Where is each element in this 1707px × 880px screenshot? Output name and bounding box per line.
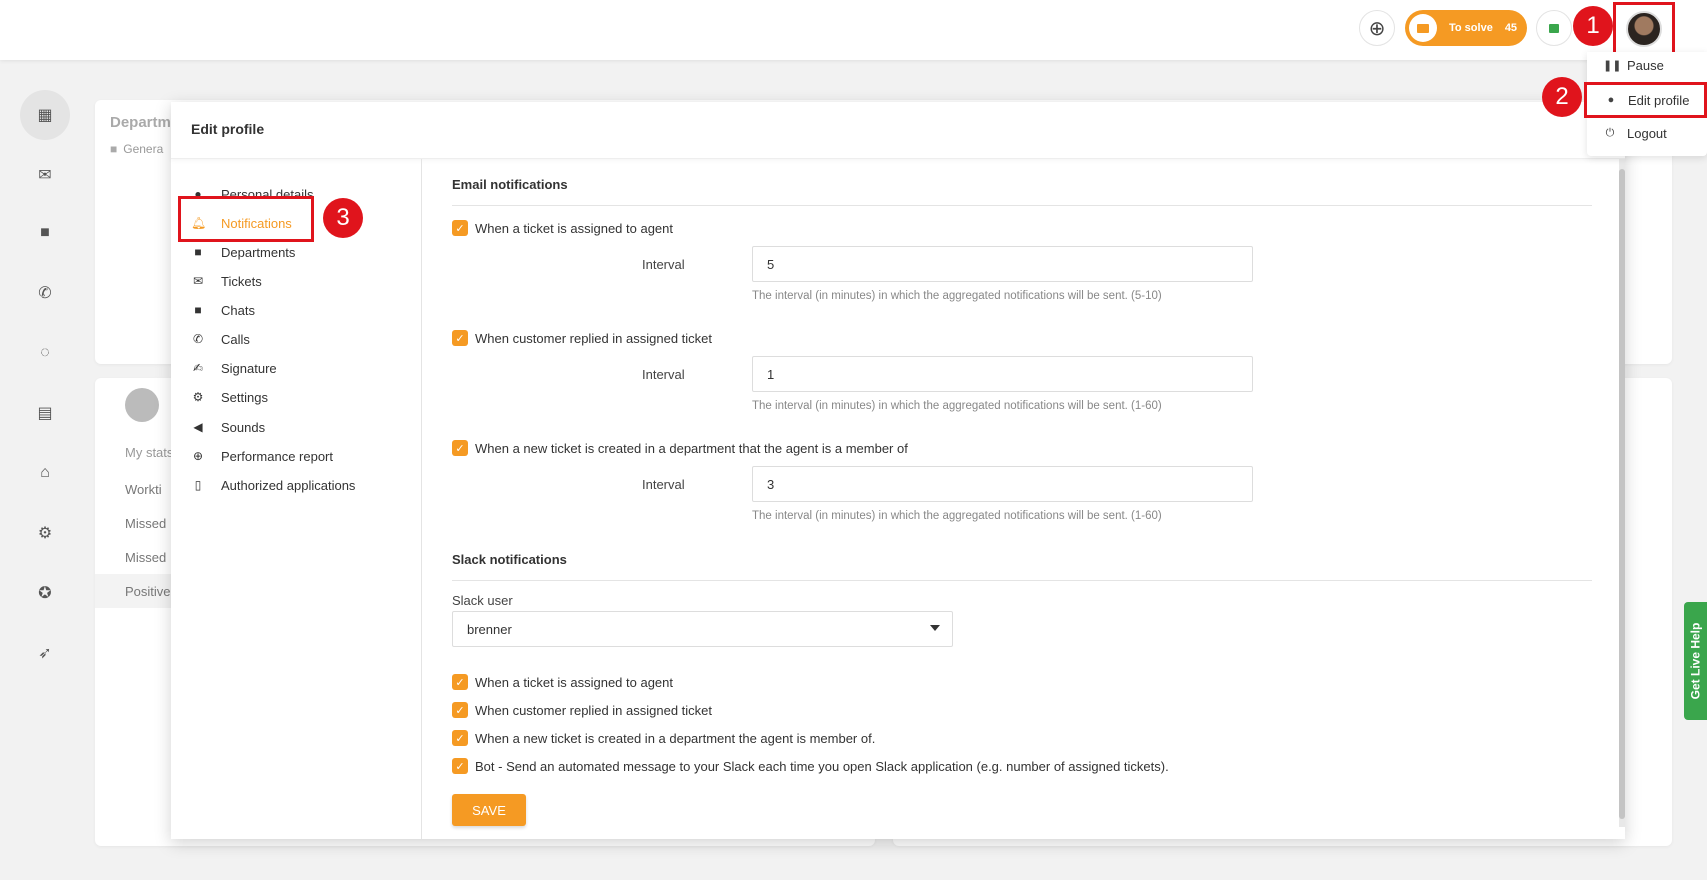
nav-performance-report[interactable]: ⊕ Performance report (191, 445, 333, 467)
slack-bot-checkbox[interactable]: ✓ Bot - Send an automated message to your… (452, 758, 1169, 774)
scrollbar[interactable] (1619, 159, 1625, 827)
dashboard-icon[interactable]: ▦ (20, 90, 70, 140)
save-button[interactable]: SAVE (452, 794, 526, 826)
stats-row: Missed (125, 516, 167, 531)
contacts-icon[interactable]: ▤ (20, 388, 70, 438)
nav-tickets[interactable]: ✉ Tickets (191, 270, 262, 292)
stats-row: Positive (125, 584, 171, 599)
interval-input-replied[interactable] (752, 356, 1253, 392)
nav-signature[interactable]: ✍ Signature (191, 357, 277, 379)
stats-tab[interactable]: My stats (125, 445, 173, 460)
nav-chats[interactable]: ■ Chats (191, 299, 255, 321)
chat-icon (1549, 23, 1559, 33)
slack-replied-checkbox[interactable]: ✓ When customer replied in assigned ticke… (452, 702, 712, 718)
person-icon: ● (1607, 94, 1615, 106)
modal-header: Edit profile (171, 102, 1625, 159)
slack-user-value: brenner (467, 621, 512, 637)
interval-input-new-ticket[interactable] (752, 466, 1253, 502)
check-icon: ✓ (452, 674, 468, 690)
plus-circle-icon: ⊕ (1368, 17, 1386, 40)
to-solve-button[interactable]: To solve 45 (1405, 10, 1527, 46)
nav-settings[interactable]: ⚙ Settings (191, 386, 268, 408)
to-solve-label: To solve (1449, 22, 1493, 34)
interval-label: Interval (642, 477, 685, 492)
divider (452, 580, 1592, 581)
nav-sounds[interactable]: ◀ Sounds (191, 416, 265, 438)
notifications-content: Email notifications ✓ When a ticket is as… (452, 159, 1592, 839)
profile-nav: ● Personal details 🔔︎ Notifications ■ Depar… (171, 159, 422, 839)
divider (452, 205, 1592, 206)
nav-authorized-applications[interactable]: ▯ Authorized applications (191, 474, 356, 496)
slack-assigned-checkbox[interactable]: ✓ When a ticket is assigned to agent (452, 674, 673, 690)
email-section-title: Email notifications (452, 177, 568, 192)
nav-calls[interactable]: ✆ Calls (191, 328, 250, 350)
email-assigned-checkbox[interactable]: ✓ When a ticket is assigned to agent (452, 220, 673, 236)
annotation-badge: 3 (323, 198, 363, 238)
check-icon: ✓ (452, 330, 468, 346)
check-icon: ✓ (452, 758, 468, 774)
card-title: Departm (110, 114, 171, 131)
mobile-icon: ▯ (194, 478, 202, 492)
envelope-icon: ✉ (192, 274, 204, 288)
check-icon: ✓ (452, 220, 468, 236)
card-subtitle: ■ Genera (110, 142, 164, 156)
top-bar: ⊕ To solve 45 (0, 0, 1707, 60)
check-icon: ✓ (452, 730, 468, 746)
interval-hint: The interval (in minutes) in which the a… (752, 400, 1162, 412)
phone-icon: ✆ (192, 332, 204, 346)
interval-input-assigned[interactable] (752, 246, 1253, 282)
avatar[interactable] (1626, 10, 1662, 47)
avatar (125, 388, 159, 422)
check-icon: ✓ (452, 440, 468, 456)
chat-icon: ■ (194, 303, 202, 317)
chat-status-button[interactable] (1536, 10, 1572, 46)
folder-icon: ■ (194, 245, 202, 259)
email-replied-checkbox[interactable]: ✓ When customer replied in assigned ticke… (452, 330, 712, 346)
avatar-highlight[interactable] (1613, 2, 1675, 55)
slack-user-select[interactable]: brenner (452, 611, 953, 647)
interval-hint: The interval (in minutes) in which the a… (752, 510, 1162, 522)
slack-user-label: Slack user (452, 593, 513, 608)
menu-item-logout[interactable]: ⏻ Logout (1587, 120, 1707, 146)
globe-icon: ⊕ (192, 449, 204, 463)
slack-new-ticket-checkbox[interactable]: ✓ When a new ticket is created in a depar… (452, 730, 875, 746)
live-help-tab[interactable]: Get Live Help (1684, 602, 1707, 720)
chat-icon[interactable]: ■ (20, 208, 70, 258)
envelope-icon[interactable]: ✉ (20, 150, 70, 200)
power-icon: ⏻ (1605, 126, 1615, 139)
speaker-icon: ◀ (193, 420, 203, 434)
phone-icon[interactable]: ✆ (20, 268, 70, 318)
check-icon: ✓ (452, 702, 468, 718)
envelope-icon (1409, 14, 1437, 42)
gear-icon: ⚙ (192, 390, 204, 404)
signature-icon: ✍ (192, 361, 204, 375)
slack-section-title: Slack notifications (452, 552, 567, 567)
menu-item-pause[interactable]: ❚❚ Pause (1587, 52, 1707, 78)
stats-row: Missed (125, 550, 167, 565)
interval-label: Interval (642, 367, 685, 382)
caret-down-icon (930, 625, 940, 631)
menu-item-edit-profile[interactable]: ● Edit profile (1584, 82, 1707, 118)
scrollbar-thumb[interactable] (1619, 169, 1625, 819)
annotation-badge: 2 (1542, 77, 1582, 117)
add-button[interactable]: ⊕ (1359, 10, 1395, 46)
gear-icon[interactable]: ⚙ (20, 508, 70, 558)
to-solve-count: 45 (1504, 22, 1518, 34)
rocket-icon[interactable]: ➶ (20, 628, 70, 678)
interval-hint: The interval (in minutes) in which the a… (752, 290, 1162, 302)
modal-title: Edit profile (191, 121, 265, 137)
interval-label: Interval (642, 257, 685, 272)
bank-icon[interactable]: ⌂ (20, 448, 70, 498)
reports-icon[interactable]: ◌ (20, 328, 70, 378)
folder-icon: ■ (110, 142, 118, 156)
annotation-badge: 1 (1573, 6, 1613, 46)
email-new-ticket-checkbox[interactable]: ✓ When a new ticket is created in a depar… (452, 440, 908, 456)
star-icon[interactable]: ✪ (20, 568, 70, 618)
notifications-highlight (178, 196, 314, 242)
stats-row: Workti (125, 482, 162, 497)
nav-departments[interactable]: ■ Departments (191, 241, 295, 263)
pause-icon: ❚❚ (1603, 59, 1622, 72)
edit-profile-modal: Edit profile ● Personal details 🔔︎ Notific… (171, 102, 1625, 839)
